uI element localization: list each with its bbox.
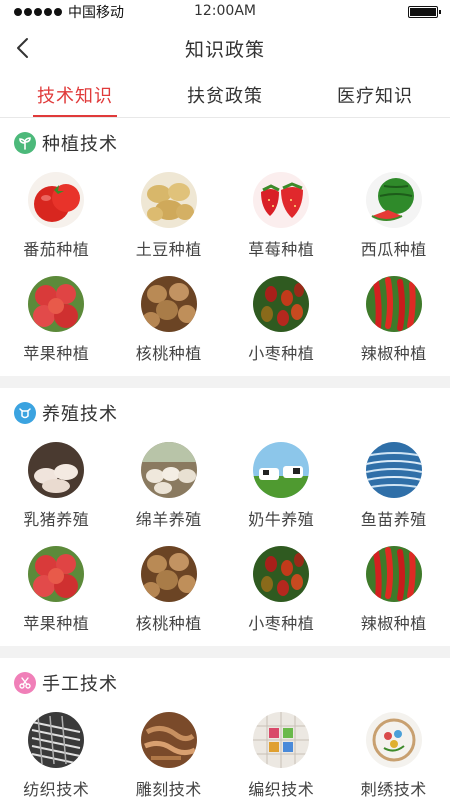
chili-icon xyxy=(365,276,422,332)
scissors-icon xyxy=(14,672,36,694)
item-label: 西瓜种植 xyxy=(360,240,427,259)
grid-item-apple[interactable]: 苹果种植 xyxy=(0,272,113,376)
grid-item-apple[interactable]: 苹果种植 xyxy=(0,542,113,646)
item-label: 土豆种植 xyxy=(135,240,202,259)
tomato-icon xyxy=(28,172,85,228)
item-label: 核桃种植 xyxy=(135,344,202,363)
section-title: 手工技术 xyxy=(42,674,118,695)
item-label: 辣椒种植 xyxy=(360,614,427,633)
status-bar: 中国移动 xyxy=(0,0,450,24)
grid-item-walnut[interactable]: 核桃种植 xyxy=(113,272,226,376)
item-grid: 番茄种植 土豆种植 草莓种植 西瓜种植 苹果种植 核桃种植 小枣种植 辣椒种植 xyxy=(0,168,450,376)
knitting-icon xyxy=(253,712,310,768)
item-label: 辣椒种植 xyxy=(360,344,427,363)
tab-poverty-policy[interactable]: 扶贫政策 xyxy=(150,72,300,117)
grid-item-loom[interactable]: 纺织技术 xyxy=(0,708,113,800)
grid-item-strawberry[interactable]: 草莓种植 xyxy=(225,168,338,272)
grid-item-walnut[interactable]: 核桃种植 xyxy=(113,542,226,646)
grid-item-potato[interactable]: 土豆种植 xyxy=(113,168,226,272)
grid-item-carving[interactable]: 雕刻技术 xyxy=(113,708,226,800)
walnut-icon xyxy=(140,276,197,332)
section-breeding: 养殖技术 乳猪养殖 绵羊养殖 奶牛养殖 鱼苗养殖 苹果种植 核桃种植 小枣种植 … xyxy=(0,388,450,646)
section-title: 种植技术 xyxy=(42,134,118,155)
item-label: 苹果种植 xyxy=(23,614,90,633)
cow-icon xyxy=(14,402,36,424)
grid-item-cow[interactable]: 奶牛养殖 xyxy=(225,438,338,542)
section-header: 手工技术 xyxy=(0,658,450,708)
item-grid: 乳猪养殖 绵羊养殖 奶牛养殖 鱼苗养殖 苹果种植 核桃种植 小枣种植 辣椒种植 xyxy=(0,438,450,646)
item-label: 核桃种植 xyxy=(135,614,202,633)
embroidery-icon xyxy=(365,712,422,768)
grid-item-chili[interactable]: 辣椒种植 xyxy=(338,272,450,376)
apple-icon xyxy=(28,546,85,602)
loom-icon xyxy=(28,712,85,768)
section-divider xyxy=(0,646,450,658)
item-label: 奶牛养殖 xyxy=(248,510,315,529)
grid-item-watermelon[interactable]: 西瓜种植 xyxy=(338,168,450,272)
section-title: 养殖技术 xyxy=(42,404,118,425)
apple-icon xyxy=(28,276,85,332)
section-header: 种植技术 xyxy=(0,118,450,168)
section-handcraft: 手工技术 纺织技术 雕刻技术 编织技术 刺绣技术 xyxy=(0,658,450,800)
jujube-icon xyxy=(253,546,310,602)
dairy-cow-icon xyxy=(253,442,310,498)
item-label: 乳猪养殖 xyxy=(23,510,90,529)
item-label: 小枣种植 xyxy=(248,614,315,633)
status-left: 中国移动 xyxy=(14,2,124,22)
section-divider xyxy=(0,376,450,388)
grid-item-embroidery[interactable]: 刺绣技术 xyxy=(338,708,450,800)
item-label: 草莓种植 xyxy=(248,240,315,259)
grid-item-sheep[interactable]: 绵羊养殖 xyxy=(113,438,226,542)
piglet-icon xyxy=(28,442,85,498)
tab-bar: 技术知识 扶贫政策 医疗知识 xyxy=(0,72,450,118)
grid-item-piglet[interactable]: 乳猪养殖 xyxy=(0,438,113,542)
tab-medical-knowledge[interactable]: 医疗知识 xyxy=(300,72,450,117)
tab-tech-knowledge[interactable]: 技术知识 xyxy=(0,72,150,117)
grid-item-tomato[interactable]: 番茄种植 xyxy=(0,168,113,272)
sheep-icon xyxy=(140,442,197,498)
jujube-icon xyxy=(253,276,310,332)
item-label: 刺绣技术 xyxy=(360,780,427,799)
item-label: 鱼苗养殖 xyxy=(360,510,427,529)
potato-icon xyxy=(140,172,197,228)
fish-fry-icon xyxy=(365,442,422,498)
signal-icon xyxy=(14,8,62,16)
carrier-label: 中国移动 xyxy=(68,5,124,21)
back-arrow-icon[interactable] xyxy=(10,34,38,62)
item-label: 雕刻技术 xyxy=(135,780,202,799)
battery-icon xyxy=(408,6,441,18)
item-label: 小枣种植 xyxy=(248,344,315,363)
grid-item-fish[interactable]: 鱼苗养殖 xyxy=(338,438,450,542)
section-planting: 种植技术 番茄种植 土豆种植 草莓种植 西瓜种植 苹果种植 核桃种植 小枣种植 … xyxy=(0,118,450,376)
strawberry-icon xyxy=(253,172,310,228)
item-label: 番茄种植 xyxy=(23,240,90,259)
carving-icon xyxy=(140,712,197,768)
sprout-icon xyxy=(14,132,36,154)
grid-item-jujube[interactable]: 小枣种植 xyxy=(225,542,338,646)
grid-item-knitting[interactable]: 编织技术 xyxy=(225,708,338,800)
watermelon-icon xyxy=(365,172,422,228)
item-grid: 纺织技术 雕刻技术 编织技术 刺绣技术 xyxy=(0,708,450,800)
walnut-icon xyxy=(140,546,197,602)
grid-item-chili[interactable]: 辣椒种植 xyxy=(338,542,450,646)
item-label: 编织技术 xyxy=(248,780,315,799)
item-label: 绵羊养殖 xyxy=(135,510,202,529)
chili-icon xyxy=(365,546,422,602)
item-label: 纺织技术 xyxy=(23,780,90,799)
nav-bar: 知识政策 xyxy=(0,24,450,72)
grid-item-jujube[interactable]: 小枣种植 xyxy=(225,272,338,376)
item-label: 苹果种植 xyxy=(23,344,90,363)
section-header: 养殖技术 xyxy=(0,388,450,438)
page-title: 知识政策 xyxy=(184,38,265,61)
